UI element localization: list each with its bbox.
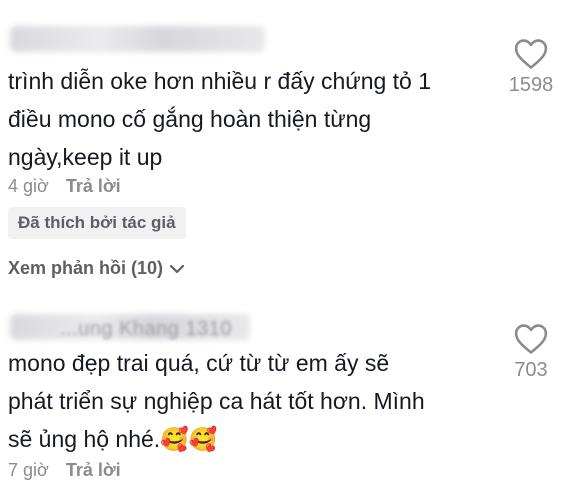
like-button[interactable]: 1598 [496,38,566,97]
comment-text: trình diễn oke hơn nhiều r đấy chứng tỏ … [8,68,432,170]
heart-icon[interactable] [514,38,548,70]
like-button[interactable]: 703 [496,323,566,382]
comment-time: 7 giờ [8,460,49,480]
comment-meta: 7 giờ Trả lời [8,460,121,481]
comment-time: 4 giờ [8,176,49,196]
reply-button[interactable]: Trả lời [66,460,121,480]
username: ...ung Khang 1310 [60,318,232,340]
blurred-username [10,26,265,52]
heart-icon[interactable] [514,323,548,355]
like-count: 1598 [508,74,554,96]
reply-button[interactable]: Trả lời [66,176,121,196]
chevron-down-icon [169,264,185,273]
comment-item: trình diễn oke hơn nhiều r đấy chứng tỏ … [0,0,580,300]
comment-text: mono đẹp trai quá, cứ từ từ em ấy sẽ phá… [8,350,425,452]
liked-by-creator-badge: Đã thích bởi tác giả [8,207,186,239]
like-count: 703 [514,359,548,381]
view-replies-label: Xem phản hồi (10) [8,258,164,278]
view-replies-button[interactable]: Xem phản hồi (10) [8,258,185,279]
comment-item: ...ung Khang 1310 mono đẹp trai quá, cứ … [0,300,580,484]
comment-meta: 4 giờ Trả lời [8,176,121,197]
